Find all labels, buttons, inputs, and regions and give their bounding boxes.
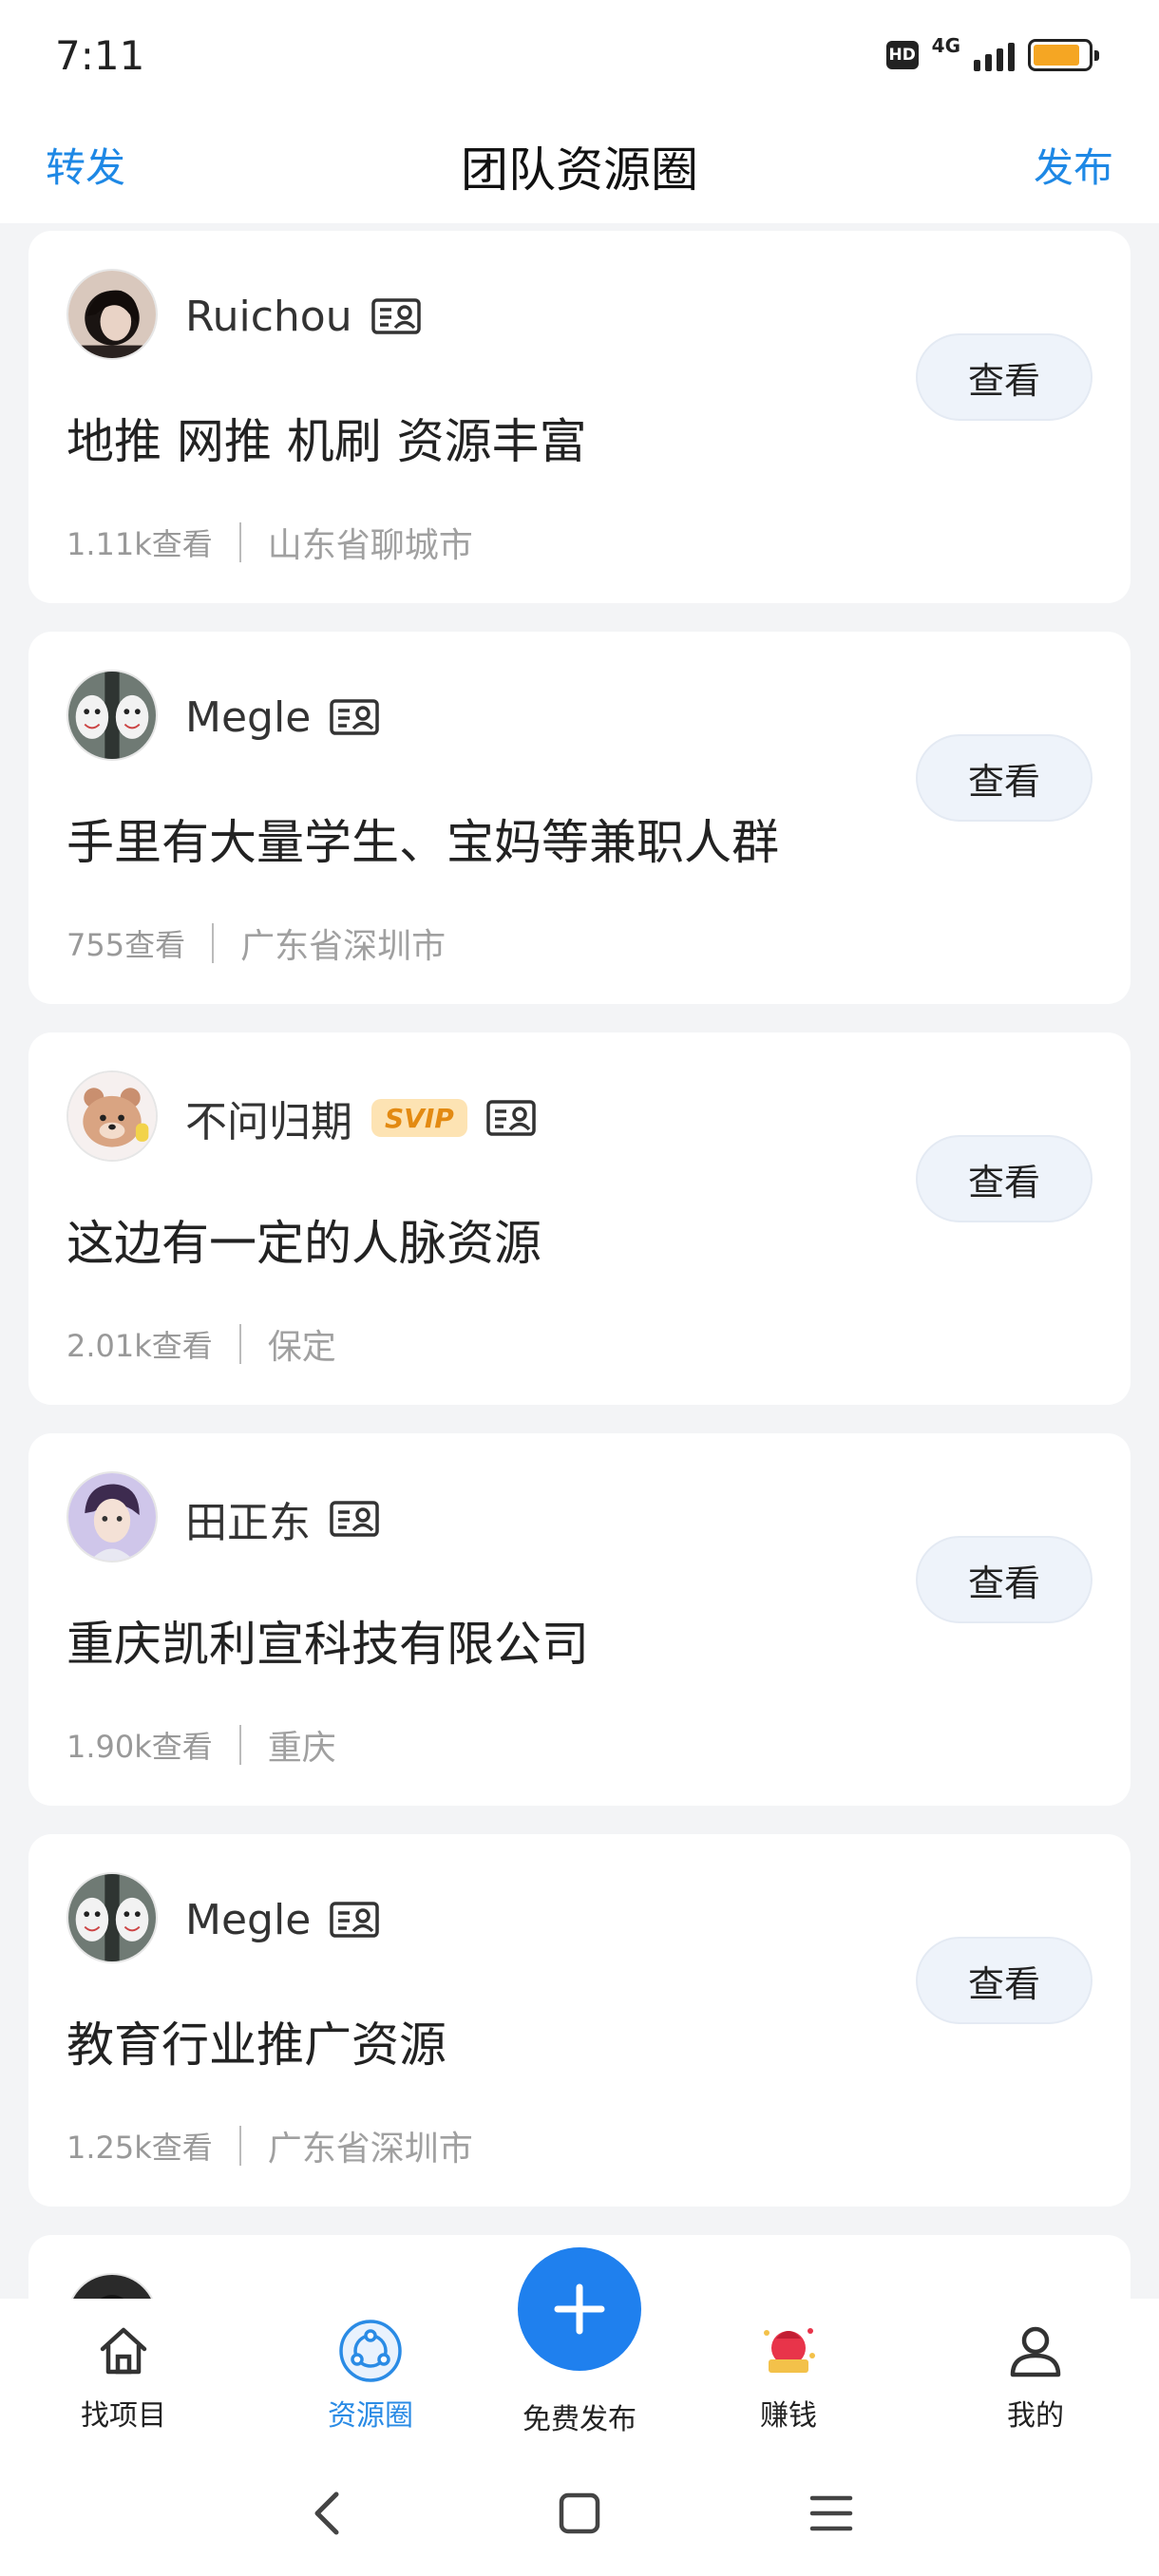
back-icon[interactable] — [298, 2485, 355, 2542]
home-icon — [95, 2318, 152, 2384]
nav-mine[interactable]: 我的 — [940, 2299, 1130, 2447]
view-count: 1.25k查看 — [66, 2130, 213, 2166]
view-count: 1.90k查看 — [66, 1729, 213, 1765]
circle-network-icon — [337, 2318, 404, 2384]
plus-icon — [554, 2283, 605, 2335]
resource-meta: 755查看 广东省深圳市 — [66, 919, 446, 968]
meta-divider — [238, 1324, 241, 1364]
network-type: 4G — [931, 34, 960, 57]
free-publish-label[interactable]: 免费发布 — [484, 2396, 674, 2437]
meta-divider — [212, 923, 215, 963]
avatar[interactable] — [66, 2273, 158, 2299]
avatar[interactable] — [66, 1471, 158, 1563]
nav-label: 资源圈 — [328, 2399, 413, 2433]
nav-label: 找项目 — [81, 2399, 166, 2433]
view-button[interactable]: 查看 — [916, 1536, 1092, 1623]
resource-meta: 1.90k查看 重庆 — [66, 1720, 336, 1770]
svip-badge: SVIP — [371, 1099, 467, 1137]
id-card-icon — [330, 699, 380, 735]
user-name[interactable]: 不问归期 — [185, 1088, 352, 1148]
avatar[interactable] — [66, 670, 158, 761]
red-envelope-icon — [755, 2318, 822, 2384]
view-button[interactable]: 查看 — [916, 333, 1092, 421]
resource-title[interactable]: 地推 网推 机刷 资源丰富 — [66, 404, 587, 472]
user-row: Megle — [185, 689, 380, 746]
free-publish-button[interactable] — [518, 2247, 641, 2371]
view-count: 755查看 — [66, 927, 186, 963]
id-card-icon — [330, 1902, 380, 1938]
nav-label: 赚钱 — [760, 2399, 817, 2433]
avatar[interactable] — [66, 1070, 158, 1162]
app-header: 转发 团队资源圈 发布 — [0, 109, 1159, 223]
resource-card[interactable]: Ruichou 地推 网推 机刷 资源丰富 1.11k查看 山东省聊城市 查看 — [28, 231, 1130, 603]
resource-title[interactable]: 教育行业推广资源 — [66, 2007, 446, 2075]
user-name[interactable]: 田正东 — [185, 1488, 311, 1549]
status-indicators: HD 4G — [885, 34, 1099, 76]
view-button[interactable]: 查看 — [916, 1937, 1092, 2024]
view-count: 1.11k查看 — [66, 526, 213, 562]
nav-earn[interactable]: 赚钱 — [694, 2299, 884, 2447]
user-name[interactable]: Ruichou — [185, 293, 352, 341]
avatar-bear-icon — [68, 1072, 156, 1160]
nav-resource-circle[interactable]: 资源圈 — [276, 2299, 466, 2447]
home-square-icon[interactable] — [551, 2485, 608, 2542]
meta-divider — [238, 1725, 241, 1765]
avatar-anime-boy-icon — [68, 1473, 156, 1561]
avatar[interactable] — [66, 269, 158, 360]
id-card-icon — [330, 1501, 379, 1537]
view-button[interactable]: 查看 — [916, 734, 1092, 822]
user-row: Ruichou — [185, 288, 421, 345]
battery-icon — [1028, 39, 1099, 71]
resource-card[interactable]: 不问归期 SVIP 这边有一定的人脉资源 2.01k查看 保定 查看 — [28, 1032, 1130, 1405]
user-row: Megle — [185, 1891, 380, 1948]
resource-meta: 1.25k查看 广东省深圳市 — [66, 2121, 473, 2170]
location: 保定 — [267, 1328, 336, 1367]
meta-divider — [238, 2126, 241, 2166]
user-row: 田正东 — [185, 1490, 379, 1547]
resource-title[interactable]: 这边有一定的人脉资源 — [66, 1205, 542, 1274]
resource-card[interactable]: Megle 手里有大量学生、宝妈等兼职人群 755查看 广东省深圳市 查看 — [28, 632, 1130, 1004]
user-row: 不问归期 SVIP — [185, 1089, 536, 1146]
user-icon — [1006, 2318, 1065, 2384]
nav-label: 我的 — [1007, 2399, 1064, 2433]
resource-meta: 1.11k查看 山东省聊城市 — [66, 518, 473, 567]
status-time: 7:11 — [55, 32, 145, 79]
avatar-dark-hair-icon — [68, 271, 156, 358]
menu-icon[interactable] — [803, 2485, 860, 2542]
location: 重庆 — [267, 1729, 336, 1768]
avatar-masks-icon — [68, 1874, 156, 1961]
location: 广东省深圳市 — [240, 927, 446, 966]
user-name[interactable]: Megle — [185, 1896, 311, 1944]
location: 广东省深圳市 — [267, 2130, 473, 2169]
id-card-icon — [486, 1100, 536, 1136]
bottom-nav: 找项目 资源圈 免费发布 赚钱 我的 — [0, 2247, 1159, 2447]
resource-card[interactable]: Megle 教育行业推广资源 1.25k查看 广东省深圳市 查看 — [28, 1834, 1130, 2207]
publish-link[interactable]: 发布 — [1034, 136, 1113, 194]
resource-meta: 2.01k查看 保定 — [66, 1319, 336, 1369]
signal-icon — [974, 39, 1015, 71]
resource-card[interactable]: 田正东 重庆凯利宣科技有限公司 1.90k查看 重庆 查看 — [28, 1433, 1130, 1806]
battery-level — [1034, 45, 1079, 66]
avatar-masks-icon — [68, 672, 156, 759]
location: 山东省聊城市 — [267, 526, 473, 565]
hd-icon: HD — [885, 41, 919, 69]
user-name[interactable]: Megle — [185, 693, 311, 742]
nav-find-project[interactable]: 找项目 — [28, 2299, 218, 2447]
resource-title[interactable]: 手里有大量学生、宝妈等兼职人群 — [66, 805, 779, 873]
view-button[interactable]: 查看 — [916, 1135, 1092, 1222]
status-bar: 7:11 HD 4G — [0, 0, 1159, 109]
meta-divider — [238, 522, 241, 562]
avatar-dark-icon — [68, 2275, 156, 2299]
system-nav — [0, 2447, 1159, 2576]
resource-feed[interactable]: Ruichou 地推 网推 机刷 资源丰富 1.11k查看 山东省聊城市 查看 — [0, 223, 1159, 2299]
avatar[interactable] — [66, 1872, 158, 1963]
view-count: 2.01k查看 — [66, 1328, 213, 1364]
page-title: 团队资源圈 — [461, 142, 698, 198]
id-card-icon — [370, 298, 421, 334]
resource-title[interactable]: 重庆凯利宣科技有限公司 — [66, 1606, 589, 1675]
